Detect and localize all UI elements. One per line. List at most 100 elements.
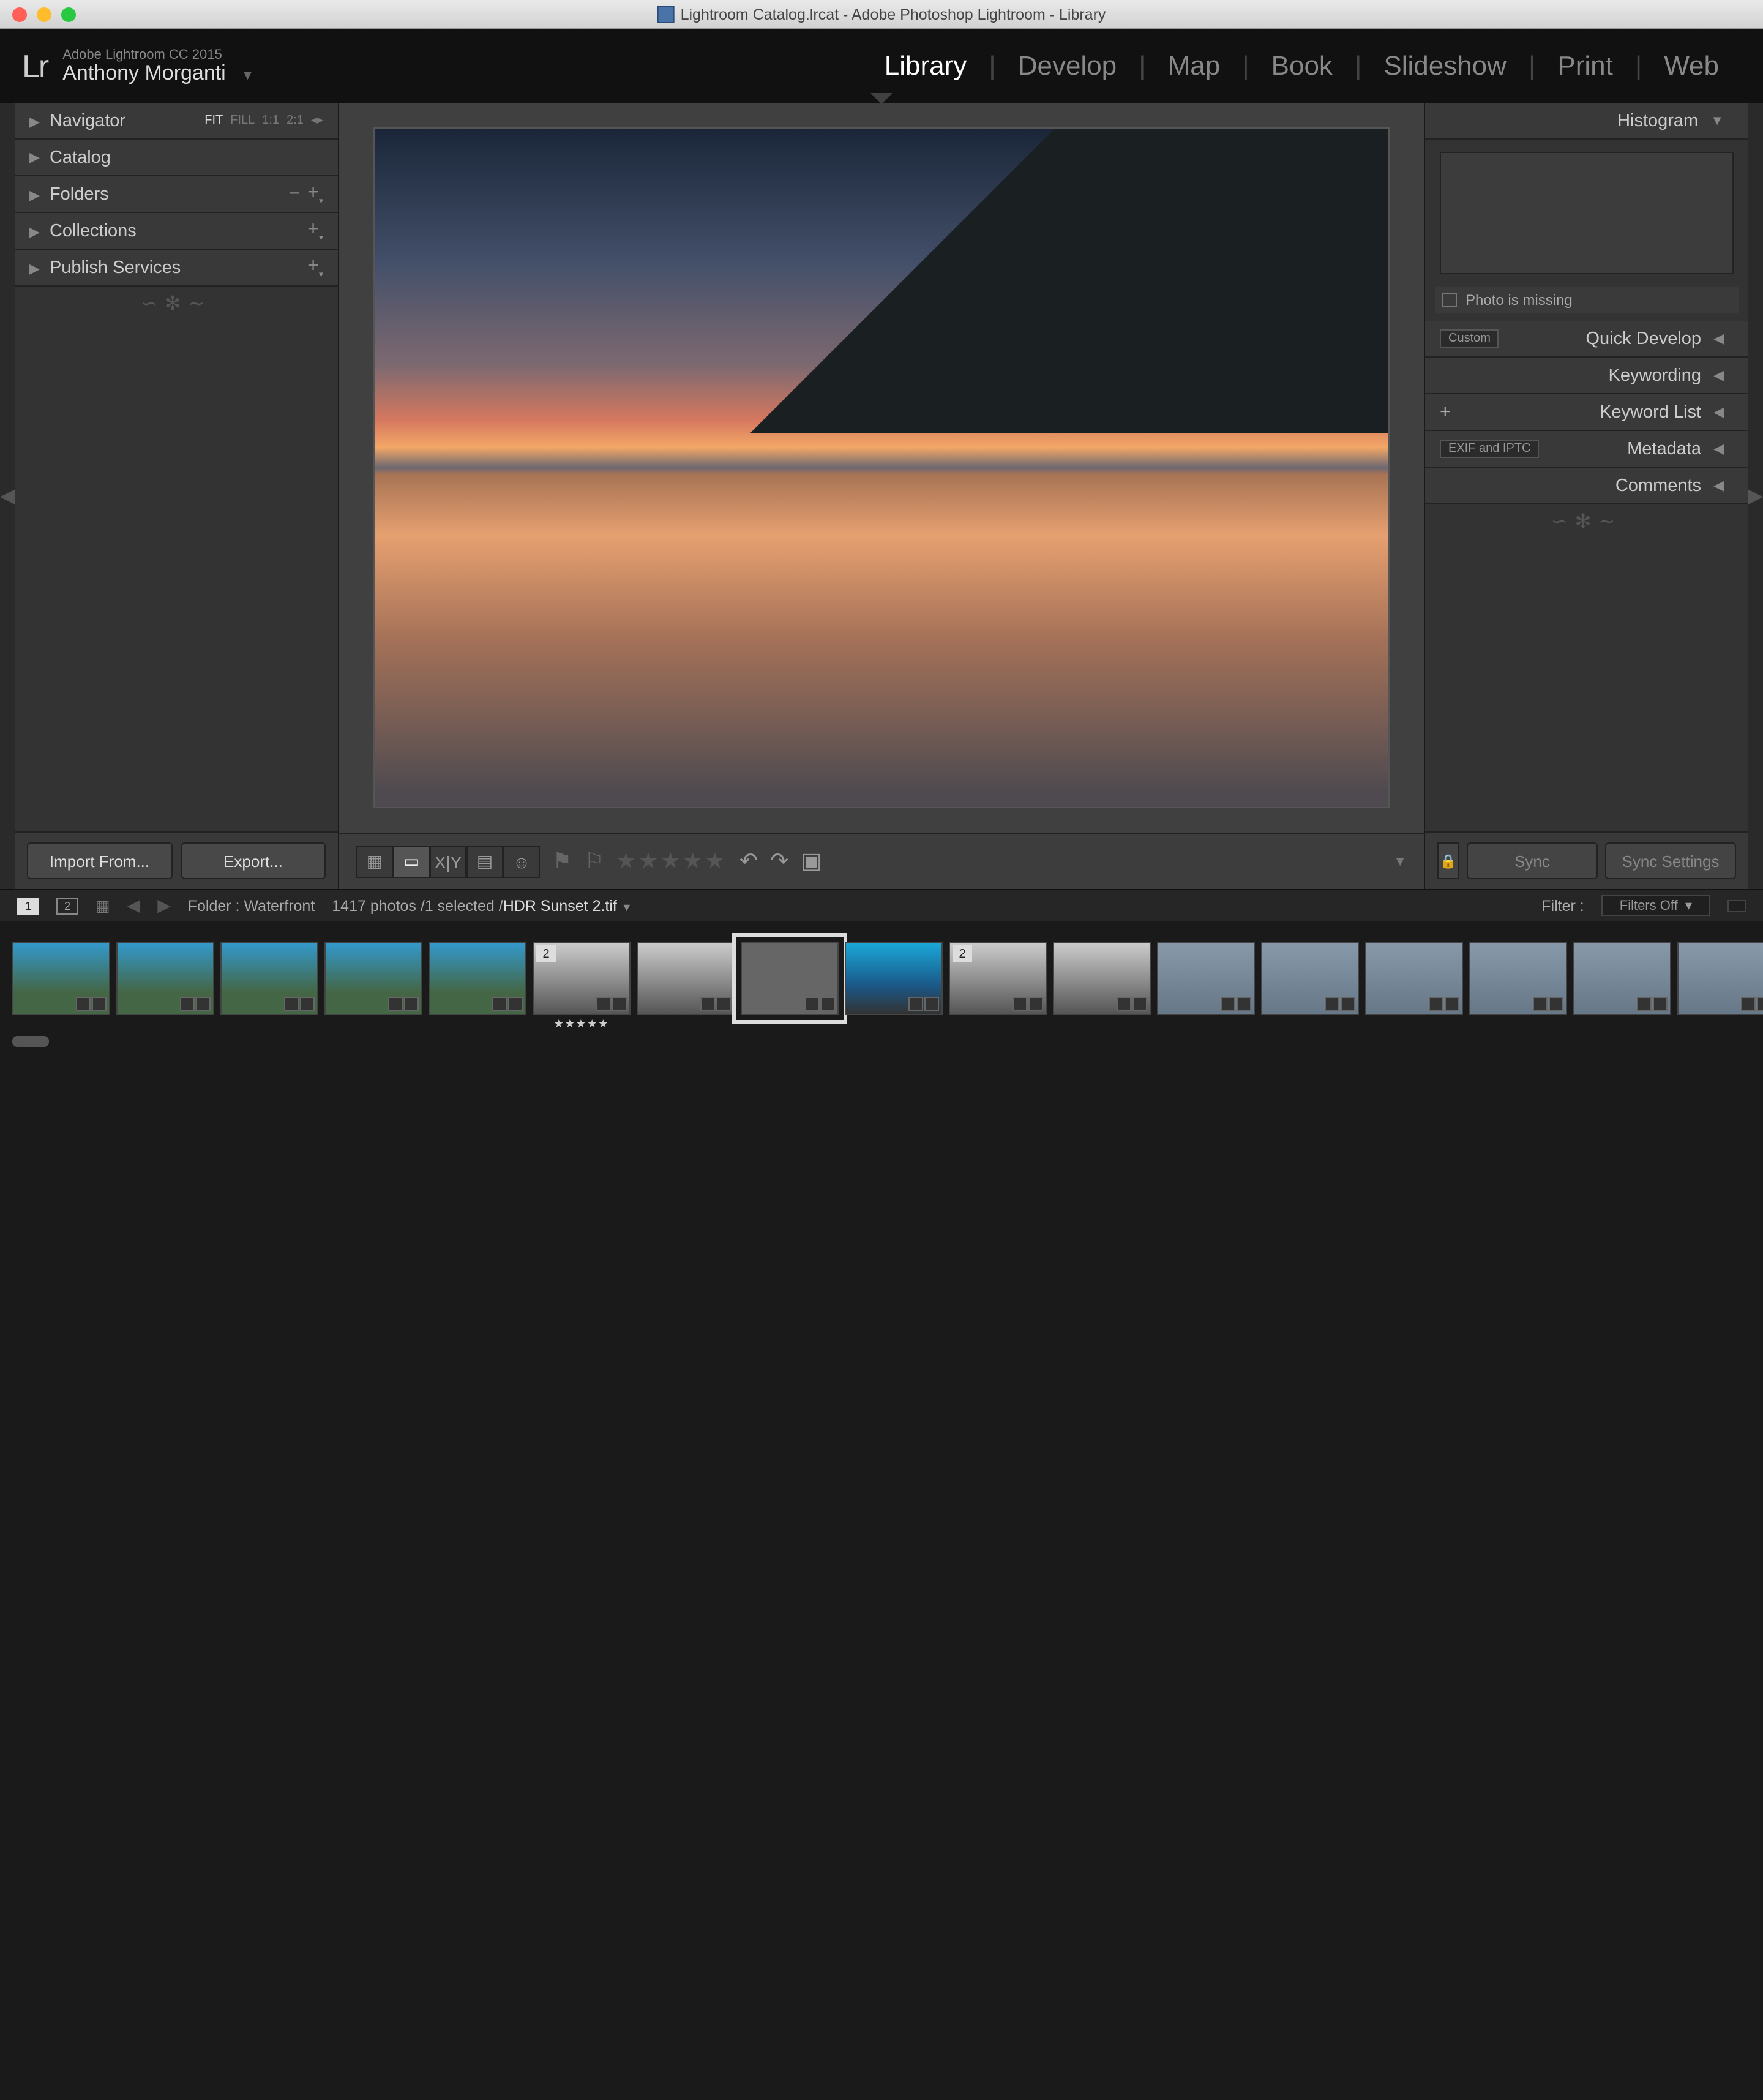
- left-panel-collapse[interactable]: ◀: [0, 103, 15, 889]
- histogram-panel-header[interactable]: Histogram ▼: [1425, 103, 1748, 140]
- module-print[interactable]: Print: [1535, 50, 1635, 82]
- export-button[interactable]: Export...: [181, 842, 326, 879]
- left-panel: Navigator FIT FILL 1:1 2:1 ◂▸ Catalog Fo…: [15, 103, 339, 889]
- histogram-display: [1440, 152, 1734, 274]
- filmstrip-thumb[interactable]: [1365, 942, 1463, 1015]
- filmstrip[interactable]: 2★★★★★ 2: [0, 921, 1763, 1036]
- sync-button[interactable]: Sync: [1467, 842, 1598, 879]
- identity-plate[interactable]: Lr Adobe Lightroom CC 2015 Anthony Morga…: [22, 47, 254, 85]
- plus-icon[interactable]: +: [1440, 402, 1451, 422]
- module-book[interactable]: Book: [1249, 50, 1355, 82]
- import-button[interactable]: Import From...: [27, 842, 172, 879]
- right-panel: Histogram ▼ Photo is missing Custom Quic…: [1424, 103, 1748, 889]
- loupe-view-icon[interactable]: ▭: [393, 846, 430, 877]
- disclosure-triangle-icon[interactable]: [1713, 331, 1724, 347]
- filmstrip-thumb[interactable]: [1573, 942, 1671, 1015]
- filmstrip-thumb[interactable]: [1469, 942, 1567, 1015]
- disclosure-triangle-icon[interactable]: [29, 114, 40, 129]
- metadata-header[interactable]: EXIF and IPTC Metadata: [1425, 431, 1748, 468]
- filmstrip-thumb[interactable]: [637, 942, 735, 1015]
- main-photo[interactable]: [373, 127, 1390, 808]
- people-view-icon[interactable]: ☺: [503, 846, 540, 877]
- zoom-2-1[interactable]: 2:1: [286, 114, 304, 127]
- filmstrip-thumb[interactable]: [845, 942, 943, 1015]
- qd-preset-dropdown[interactable]: Custom: [1440, 329, 1499, 348]
- filmstrip-thumb[interactable]: 2★★★★★: [533, 942, 631, 1015]
- metadata-preset-dropdown[interactable]: EXIF and IPTC: [1440, 440, 1540, 458]
- filmstrip-thumb[interactable]: [1677, 942, 1763, 1015]
- filmstrip-thumb[interactable]: [12, 942, 110, 1015]
- comments-header[interactable]: Comments: [1425, 468, 1748, 504]
- module-map[interactable]: Map: [1146, 50, 1243, 82]
- disclosure-triangle-icon[interactable]: [1713, 441, 1724, 457]
- plus-dropdown-icon[interactable]: +▾: [307, 219, 323, 242]
- compare-view-icon[interactable]: X|Y: [430, 846, 466, 877]
- secondary-monitor-icon[interactable]: 2: [56, 897, 78, 914]
- zoom-fit[interactable]: FIT: [204, 114, 223, 127]
- folders-panel-header[interactable]: Folders −+▾: [15, 176, 338, 213]
- zoom-fill[interactable]: FILL: [230, 114, 255, 127]
- rotate-ccw-icon[interactable]: ↶: [739, 849, 758, 874]
- disclosure-triangle-icon[interactable]: [1713, 404, 1724, 420]
- disclosure-triangle-icon[interactable]: [1713, 478, 1724, 493]
- grid-shortcut-icon[interactable]: ▦: [95, 896, 110, 915]
- rotate-cw-icon[interactable]: ↷: [770, 849, 788, 874]
- minimize-window-button[interactable]: [37, 7, 51, 21]
- nav-forward-icon[interactable]: ▶: [157, 895, 171, 916]
- filter-dropdown[interactable]: Filters Off ▾: [1601, 895, 1710, 916]
- chevron-down-icon[interactable]: ▼: [621, 901, 632, 913]
- filmstrip-thumb[interactable]: [429, 942, 526, 1015]
- toolbar-dropdown-icon[interactable]: ▼: [1393, 854, 1407, 869]
- filmstrip-thumb[interactable]: [116, 942, 214, 1015]
- navigator-panel-header[interactable]: Navigator FIT FILL 1:1 2:1 ◂▸: [15, 103, 338, 140]
- collections-panel-header[interactable]: Collections +▾: [15, 213, 338, 250]
- catalog-panel-header[interactable]: Catalog: [15, 140, 338, 176]
- primary-monitor-icon[interactable]: 1: [17, 897, 39, 914]
- flag-icon[interactable]: ⚑: [552, 849, 572, 874]
- filmstrip-scrollbar[interactable]: [0, 1036, 1763, 1049]
- disclosure-triangle-icon[interactable]: [1713, 367, 1724, 383]
- zoom-1-1[interactable]: 1:1: [262, 114, 279, 127]
- source-path[interactable]: Folder : Waterfront: [188, 897, 315, 914]
- keyword-list-label: Keyword List: [1600, 402, 1701, 422]
- module-develop[interactable]: Develop: [996, 50, 1139, 82]
- filmstrip-thumb[interactable]: [220, 942, 318, 1015]
- sync-lock-icon[interactable]: 🔒: [1437, 842, 1459, 879]
- plus-dropdown-icon[interactable]: +▾: [307, 182, 323, 206]
- disclosure-triangle-icon[interactable]: [29, 225, 40, 239]
- nav-back-icon[interactable]: ◀: [127, 895, 141, 916]
- disclosure-triangle-icon[interactable]: [29, 149, 40, 165]
- filmstrip-thumb[interactable]: [741, 942, 839, 1015]
- survey-view-icon[interactable]: ▤: [466, 846, 503, 877]
- filmstrip-thumb[interactable]: [1157, 942, 1255, 1015]
- filter-toggle-switch[interactable]: [1727, 899, 1746, 912]
- filmstrip-thumb[interactable]: [1261, 942, 1359, 1015]
- filmstrip-thumb[interactable]: [324, 942, 422, 1015]
- minus-icon[interactable]: −: [289, 183, 301, 205]
- keywording-header[interactable]: Keywording: [1425, 358, 1748, 394]
- right-panel-collapse[interactable]: ▶: [1748, 103, 1763, 889]
- zoom-stepper-icon[interactable]: ◂▸: [311, 114, 323, 127]
- chevron-down-icon[interactable]: ▼: [241, 68, 255, 83]
- missing-checkbox-icon[interactable]: [1442, 293, 1457, 307]
- keyword-list-header[interactable]: + Keyword List: [1425, 394, 1748, 431]
- module-web[interactable]: Web: [1642, 50, 1741, 82]
- window-title: Lightroom Catalog.lrcat - Adobe Photosho…: [657, 6, 1106, 23]
- module-library[interactable]: Library: [863, 50, 989, 82]
- publish-panel-header[interactable]: Publish Services +▾: [15, 250, 338, 287]
- grid-view-icon[interactable]: ▦: [356, 846, 393, 877]
- disclosure-triangle-icon[interactable]: [29, 261, 40, 276]
- maximize-window-button[interactable]: [61, 7, 76, 21]
- impromptu-slideshow-icon[interactable]: ▣: [801, 849, 822, 874]
- sync-settings-button[interactable]: Sync Settings: [1605, 842, 1736, 879]
- reject-flag-icon[interactable]: ⚐: [584, 849, 604, 874]
- close-window-button[interactable]: [12, 7, 27, 21]
- module-slideshow[interactable]: Slideshow: [1361, 50, 1529, 82]
- filmstrip-thumb[interactable]: 2: [949, 942, 1047, 1015]
- plus-dropdown-icon[interactable]: +▾: [307, 256, 323, 279]
- quick-develop-header[interactable]: Custom Quick Develop: [1425, 321, 1748, 358]
- disclosure-triangle-icon[interactable]: ▼: [1710, 113, 1724, 128]
- filmstrip-thumb[interactable]: [1053, 942, 1151, 1015]
- rating-stars[interactable]: ★★★★★: [616, 849, 727, 874]
- disclosure-triangle-icon[interactable]: [29, 188, 40, 203]
